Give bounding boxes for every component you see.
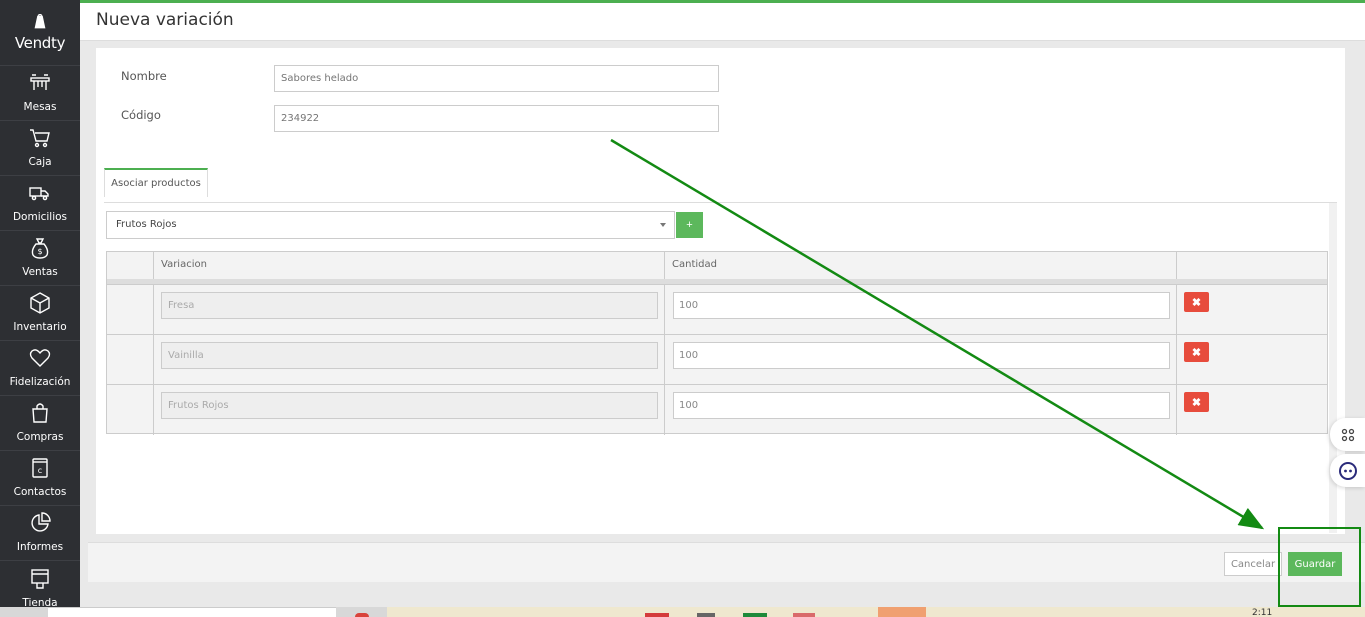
- tables-icon: [30, 74, 50, 90]
- form-footer: Cancelar Guardar: [88, 542, 1365, 582]
- sidebar-item-compras[interactable]: Compras: [0, 396, 80, 451]
- taskbar-app-icon[interactable]: [645, 613, 669, 617]
- sidebar-item-ventas[interactable]: $ Ventas: [0, 231, 80, 286]
- add-product-button[interactable]: +: [676, 212, 703, 238]
- table-header-cantidad: Cantidad: [665, 252, 1177, 282]
- cell-divider: [664, 385, 665, 435]
- sidebar-item-label: Ventas: [22, 266, 58, 278]
- taskbar-clock: 2:11: [1252, 608, 1273, 617]
- cell-divider: [664, 285, 665, 335]
- cantidad-input[interactable]: 100: [673, 392, 1170, 419]
- nombre-label: Nombre: [121, 69, 167, 83]
- sidebar-item-inventario[interactable]: Inventario: [0, 286, 80, 341]
- cell-divider: [153, 335, 154, 385]
- store-icon: [31, 569, 49, 589]
- cell-divider: [1176, 385, 1177, 435]
- taskbar-app-icon[interactable]: [355, 613, 369, 617]
- cart-icon: [30, 129, 50, 148]
- heart-icon: [29, 349, 51, 367]
- codigo-label: Código: [121, 108, 161, 122]
- table-row: Fresa 100 ✖: [107, 284, 1327, 335]
- pie-chart-icon: [31, 512, 51, 532]
- annotation-highlight-box: [1278, 527, 1361, 607]
- sidebar-item-label: Compras: [16, 431, 64, 443]
- delete-row-button[interactable]: ✖: [1184, 392, 1209, 412]
- sidebar-item-contactos[interactable]: c Contactos: [0, 451, 80, 506]
- command-icon: [1341, 428, 1354, 441]
- table-header-actions: [1177, 252, 1327, 282]
- sidebar-item-label: Mesas: [23, 101, 57, 113]
- codigo-input[interactable]: [274, 105, 719, 132]
- sidebar-item-domicilios[interactable]: Domicilios: [0, 176, 80, 231]
- table-header-variacion: Variacion: [154, 252, 665, 282]
- cell-divider: [1176, 335, 1177, 385]
- taskbar-app-active[interactable]: [878, 607, 926, 617]
- svg-text:c: c: [38, 466, 42, 475]
- delete-row-button[interactable]: ✖: [1184, 292, 1209, 312]
- box-icon: [30, 292, 50, 314]
- tab-divider: [104, 202, 1337, 203]
- apps-widget-button[interactable]: [1330, 418, 1365, 451]
- taskbar-app-icon[interactable]: [697, 613, 715, 617]
- contacts-book-icon: c: [32, 458, 48, 478]
- cell-divider: [153, 285, 154, 335]
- taskbar-search-area[interactable]: [48, 607, 336, 617]
- cantidad-input[interactable]: 100: [673, 292, 1170, 319]
- taskbar-app-icon[interactable]: [743, 613, 767, 617]
- taskbar-apps-area: [387, 607, 1365, 617]
- vendty-logo-icon: [34, 13, 46, 28]
- variation-form-panel: Nombre Código Asociar productos Frutos R…: [96, 48, 1345, 534]
- delivery-truck-icon: [29, 187, 49, 201]
- assistant-widget-button[interactable]: [1330, 454, 1365, 487]
- variations-table: Variacion Cantidad Fresa 100 ✖ Vainilla …: [106, 251, 1328, 435]
- sidebar-item-label: Inventario: [13, 321, 67, 333]
- svg-text:$: $: [37, 247, 42, 256]
- variacion-field: Frutos Rojos: [161, 392, 658, 419]
- sidebar-item-mesas[interactable]: Mesas: [0, 66, 80, 121]
- page-title: Nueva variación: [96, 10, 234, 30]
- cell-divider: [1176, 285, 1177, 335]
- cell-divider: [153, 385, 154, 435]
- sidebar-item-caja[interactable]: Caja: [0, 121, 80, 176]
- sidebar-item-label: Caja: [28, 156, 52, 168]
- sidebar-item-label: Informes: [16, 541, 64, 553]
- cantidad-input[interactable]: 100: [673, 342, 1170, 369]
- sidebar-item-fidelizacion[interactable]: Fidelización: [0, 341, 80, 396]
- product-select-value: Frutos Rojos: [116, 219, 177, 230]
- variacion-field: Fresa: [161, 292, 658, 319]
- assistant-bot-icon: [1338, 461, 1357, 480]
- sidebar: Vendty Mesas Caja Domicilios $ Ventas In…: [0, 0, 80, 617]
- nombre-input[interactable]: [274, 65, 719, 92]
- table-row: Vainilla 100 ✖: [107, 334, 1327, 385]
- shopping-bag-icon: [32, 403, 48, 423]
- sidebar-item-label: Contactos: [13, 486, 67, 498]
- delete-row-button[interactable]: ✖: [1184, 342, 1209, 362]
- sidebar-item-informes[interactable]: Informes: [0, 506, 80, 561]
- sidebar-item-label: Domicilios: [12, 211, 68, 223]
- page-header: Nueva variación: [80, 3, 1365, 41]
- product-select[interactable]: Frutos Rojos: [106, 211, 675, 239]
- brand-logo[interactable]: Vendty: [0, 0, 80, 66]
- tab-asociar-productos[interactable]: Asociar productos: [104, 168, 208, 197]
- cell-divider: [664, 335, 665, 385]
- money-bag-icon: $: [31, 238, 49, 259]
- table-header-blank: [107, 252, 154, 282]
- sidebar-item-label: Fidelización: [9, 376, 71, 388]
- caret-down-icon: [660, 223, 666, 227]
- table-row: Frutos Rojos 100 ✖: [107, 384, 1327, 435]
- variacion-field: Vainilla: [161, 342, 658, 369]
- brand-name: Vendty: [14, 33, 66, 52]
- cancel-button[interactable]: Cancelar: [1224, 552, 1282, 576]
- taskbar-app-icon[interactable]: [793, 613, 815, 617]
